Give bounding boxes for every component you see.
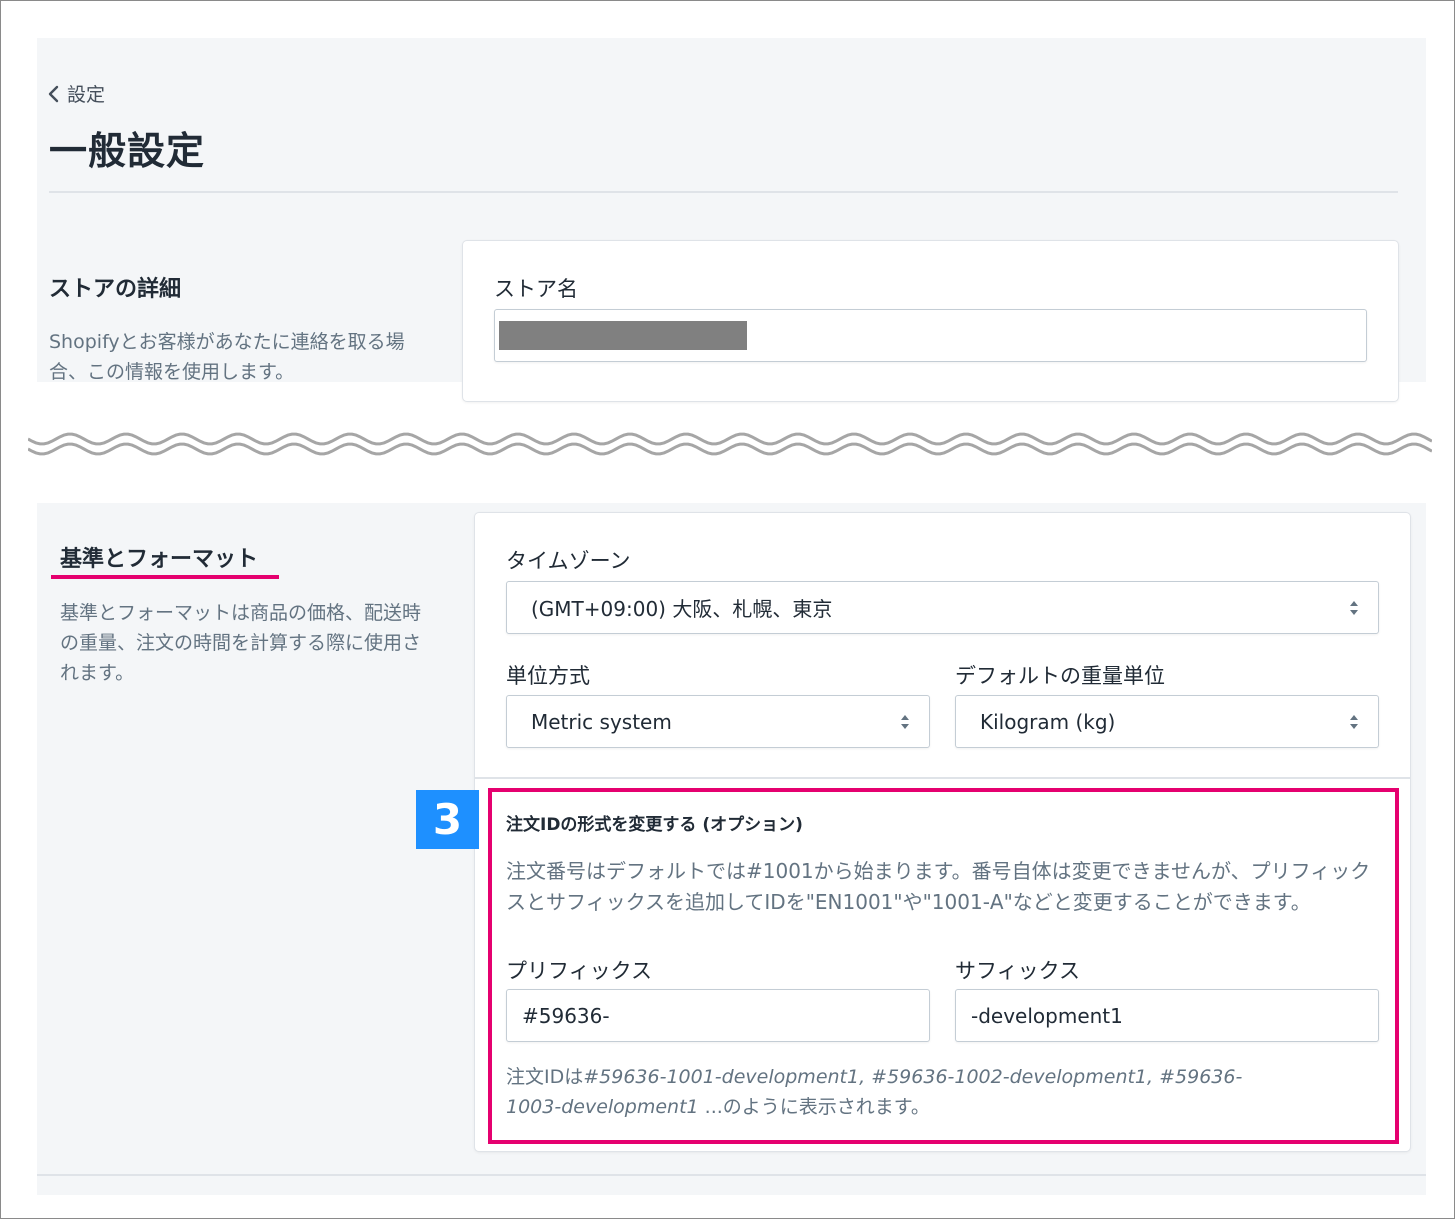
- unit-system-select[interactable]: Metric system: [506, 695, 930, 748]
- select-arrows-icon: [1350, 714, 1358, 729]
- standards-heading: 基準とフォーマット: [60, 547, 259, 572]
- panel-bottom-divider: [37, 1174, 1426, 1176]
- highlight-box: [488, 788, 1399, 1144]
- timezone-select[interactable]: (GMT+09:00) 大阪、札幌、東京: [506, 581, 1379, 634]
- unit-system-label: 単位方式: [506, 664, 590, 688]
- select-arrows-icon: [1350, 600, 1358, 615]
- page-title: 一般設定: [49, 129, 206, 173]
- unit-system-value: Metric system: [531, 709, 672, 734]
- redacted-store-name: [499, 321, 747, 350]
- breadcrumb-back-link[interactable]: 設定: [47, 80, 105, 107]
- store-name-input[interactable]: [494, 309, 1367, 362]
- store-details-description: Shopifyとお客様があなたに連絡を取る場合、この情報を使用します。: [49, 331, 405, 382]
- card-section-divider: [475, 777, 1410, 779]
- heading-highlight-underline: [51, 575, 279, 579]
- weight-unit-select[interactable]: Kilogram (kg): [955, 695, 1379, 748]
- timezone-label: タイムゾーン: [506, 549, 631, 573]
- store-name-label: ストア名: [494, 277, 578, 301]
- title-divider: [49, 191, 1398, 193]
- store-details-card: ストア名: [463, 241, 1398, 401]
- chevron-left-icon: [48, 85, 59, 102]
- select-arrows-icon: [901, 714, 909, 729]
- bottom-settings-panel: 基準とフォーマット 基準とフォーマットは商品の価格、配送時の重量、注文の時間を計…: [37, 503, 1426, 1195]
- standards-description: 基準とフォーマットは商品の価格、配送時の重量、注文の時間を計算する際に使用されま…: [60, 602, 422, 684]
- weight-unit-label: デフォルトの重量単位: [955, 664, 1165, 688]
- breadcrumb-label: 設定: [67, 84, 106, 106]
- top-settings-panel: 設定 一般設定 ストアの詳細 Shopifyとお客様があなたに連絡を取る場合、こ…: [37, 38, 1426, 401]
- weight-unit-value: Kilogram (kg): [980, 709, 1116, 734]
- store-details-heading: ストアの詳細: [49, 277, 182, 302]
- cut-wave-divider: [28, 432, 1432, 456]
- timezone-value: (GMT+09:00) 大阪、札幌、東京: [531, 597, 833, 621]
- step-number-badge: 3: [416, 790, 479, 849]
